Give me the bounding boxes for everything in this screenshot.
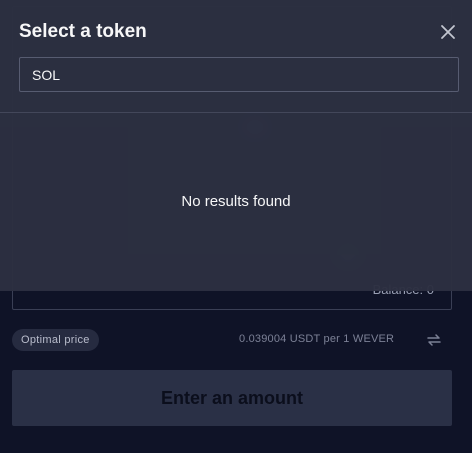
enter-amount-button[interactable]: Enter an amount — [12, 370, 452, 426]
modal-divider — [0, 112, 472, 113]
no-results-message: No results found — [181, 193, 291, 210]
optimal-price-badge: Optimal price — [12, 329, 99, 351]
exchange-rate-text: 0.039004 USDT per 1 WEVER — [239, 333, 395, 345]
close-icon[interactable] — [440, 24, 456, 40]
token-search-input[interactable] — [19, 57, 459, 92]
modal-title: Select a token — [19, 21, 147, 42]
select-token-modal: Select a token No results found — [0, 0, 472, 291]
swap-arrows-icon[interactable] — [426, 333, 442, 347]
